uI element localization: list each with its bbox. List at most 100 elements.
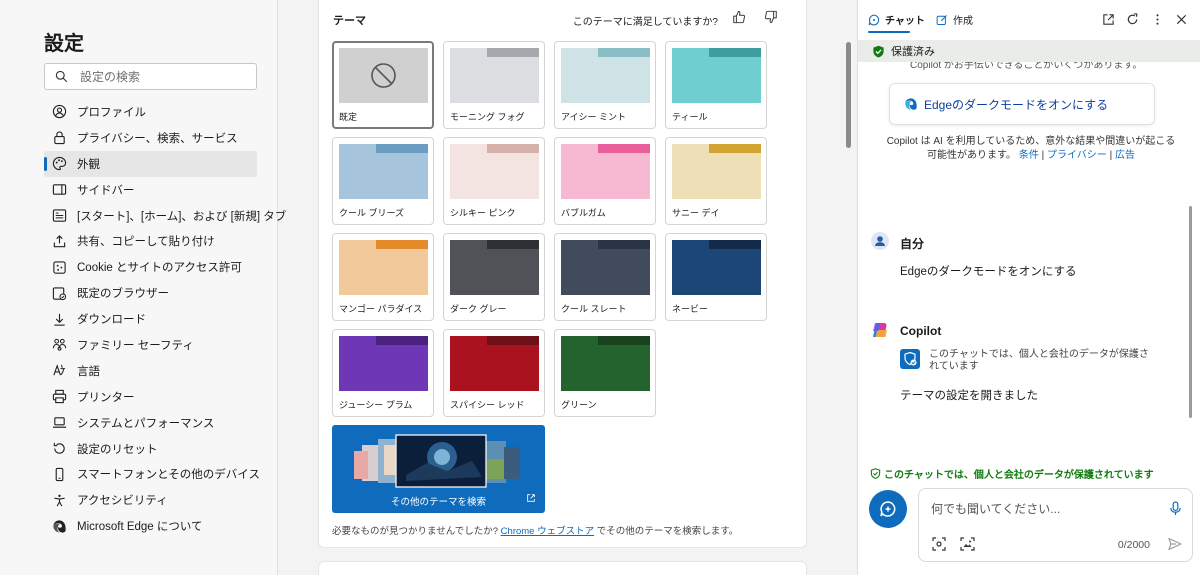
settings-search[interactable]	[44, 63, 257, 90]
theme-label: アイシー ミント	[561, 112, 627, 122]
privacy-link[interactable]: プライバシー	[1047, 150, 1107, 161]
sidebar-item-accessibility[interactable]: アクセシビリティ	[44, 487, 257, 513]
sidebar-item-profile[interactable]: プロファイル	[44, 99, 257, 125]
sidebar-item-share[interactable]: 共有、コピーして貼り付け	[44, 228, 257, 254]
shield-check-icon	[873, 45, 884, 57]
sidebar-item-language[interactable]: 言語	[44, 358, 257, 384]
send-icon[interactable]	[1168, 537, 1182, 551]
theme-card[interactable]: モーニング フォグ	[443, 41, 545, 129]
more-themes-label: その他のテーマを検索	[390, 497, 486, 508]
screenshot-icon[interactable]	[932, 537, 946, 551]
char-counter: 0/2000	[1117, 539, 1150, 551]
copilot-logo-icon	[873, 323, 887, 337]
thumbs-up-icon[interactable]	[732, 10, 746, 24]
ads-link[interactable]: 広告	[1115, 150, 1135, 161]
sidebar-item-browser[interactable]: 既定のブラウザー	[44, 280, 257, 306]
sidebar-item-label: アクセシビリティ	[77, 495, 168, 508]
lock-icon	[52, 130, 67, 145]
theme-card[interactable]: スパイシー レッド	[443, 329, 545, 417]
theme-card[interactable]: バブルガム	[554, 137, 656, 225]
suggestion-chip[interactable]: Edgeのダークモードをオンにする	[889, 83, 1155, 125]
accessibility-icon	[52, 493, 67, 508]
settings-scrollbar-thumb[interactable]	[846, 42, 851, 148]
close-icon[interactable]	[1175, 13, 1188, 26]
new-chat-icon	[880, 501, 896, 517]
theme-card[interactable]: シルキー ピンク	[443, 137, 545, 225]
sidebar-item-label: サイドバー	[77, 184, 135, 197]
sidebar-item-laptop[interactable]: システムとパフォーマンス	[44, 410, 257, 436]
sidebar-item-label: システムとパフォーマンス	[77, 417, 215, 430]
bot-protect-note: このチャットでは、個人と会社のデータが保護されています	[900, 349, 1155, 373]
theme-card[interactable]: 既定	[332, 41, 434, 129]
tab-chat[interactable]: チャット	[868, 12, 925, 33]
feedback-question: このテーマに満足していますか?	[572, 17, 718, 28]
sidebar-item-download[interactable]: ダウンロード	[44, 306, 257, 332]
refresh-icon[interactable]	[1126, 13, 1139, 26]
sidebar-item-cookie[interactable]: Cookie とサイトのアクセス許可	[44, 254, 257, 280]
theme-card[interactable]: ダーク グレー	[443, 233, 545, 321]
image-upload-icon[interactable]	[960, 537, 975, 551]
store-note-prefix: 必要なものが見つかりませんでしたか?	[332, 526, 499, 537]
chat-input-box: 0/2000	[918, 488, 1193, 562]
copilot-message: テーマの設定を開きました	[900, 390, 1038, 402]
thumbs-down-icon[interactable]	[764, 10, 778, 24]
sidebar-item-lock[interactable]: プライバシー、検索、サービス	[44, 125, 257, 151]
chat-input[interactable]	[931, 502, 1156, 516]
chat-icon	[868, 14, 880, 25]
intro-text: Copilot がお手伝いできることがいくつかあります。	[910, 62, 1143, 71]
new-chat-button[interactable]	[869, 490, 907, 528]
sidebar-item-label: プライバシー、検索、サービス	[77, 132, 238, 145]
theme-card[interactable]: アイシー ミント	[554, 41, 656, 129]
cookie-icon	[52, 260, 67, 275]
theme-preview	[450, 240, 539, 295]
download-icon	[52, 312, 67, 327]
chrome-web-store-link[interactable]: Chrome ウェブストア	[501, 526, 594, 537]
theme-card[interactable]: クール スレート	[554, 233, 656, 321]
theme-preview	[561, 48, 650, 103]
theme-card[interactable]: クール ブリーズ	[332, 137, 434, 225]
sidebar-item-phone[interactable]: スマートフォンとその他のデバイス	[44, 461, 260, 487]
tab-compose[interactable]: 作成	[936, 12, 973, 27]
theme-card[interactable]: ティール	[665, 41, 767, 129]
sidebar-item-reset[interactable]: 設定のリセット	[44, 436, 257, 462]
user-avatar-icon	[871, 232, 889, 250]
profile-icon	[52, 104, 67, 119]
more-themes-banner[interactable]: その他のテーマを検索	[332, 425, 545, 513]
home-tab-icon	[52, 208, 67, 223]
microphone-icon[interactable]	[1169, 501, 1182, 516]
sidebar-item-edge[interactable]: Microsoft Edge について	[44, 513, 257, 539]
share-icon	[52, 234, 67, 249]
sidebar-item-home-tab[interactable]: [スタート]、[ホーム]、および [新規] タブ	[44, 203, 286, 229]
theme-preview	[450, 48, 539, 103]
theme-preview	[561, 144, 650, 199]
sidebar-item-label: 言語	[77, 365, 100, 378]
theme-label: モーニング フォグ	[450, 112, 525, 122]
terms-link[interactable]: 条件	[1019, 150, 1039, 161]
more-options-icon[interactable]	[1151, 13, 1164, 26]
sidebar-item-family[interactable]: ファミリー セーフティ	[44, 332, 257, 358]
theme-card[interactable]: マンゴー パラダイス	[332, 233, 434, 321]
sidebar-item-sidebar[interactable]: サイドバー	[44, 177, 257, 203]
theme-card[interactable]: ジューシー プラム	[332, 329, 434, 417]
open-in-new-tab-icon[interactable]	[1102, 13, 1115, 26]
theme-card[interactable]: グリーン	[554, 329, 656, 417]
theme-label: 既定	[339, 112, 358, 122]
theme-label: サニー デイ	[672, 208, 720, 218]
theme-label: クール ブリーズ	[339, 208, 405, 218]
sidebar-item-label: Microsoft Edge について	[77, 521, 203, 534]
chat-scrollbar-thumb[interactable]	[1189, 206, 1192, 418]
store-note-suffix: でその他のテーマを検索します。	[596, 526, 739, 537]
next-settings-card	[318, 561, 807, 575]
theme-preview	[450, 336, 539, 391]
printer-icon	[52, 389, 67, 404]
settings-search-input[interactable]	[80, 69, 250, 84]
theme-label: ジューシー プラム	[339, 400, 413, 410]
sidebar-item-palette[interactable]: 外観	[44, 150, 257, 177]
edge-icon	[905, 98, 917, 110]
theme-label: ティール	[672, 112, 708, 122]
theme-card[interactable]: サニー デイ	[665, 137, 767, 225]
theme-card[interactable]: ネービー	[665, 233, 767, 321]
sidebar-item-printer[interactable]: プリンター	[44, 384, 257, 410]
themes-collage-image	[354, 434, 520, 488]
copilot-name: Copilot	[900, 324, 942, 338]
